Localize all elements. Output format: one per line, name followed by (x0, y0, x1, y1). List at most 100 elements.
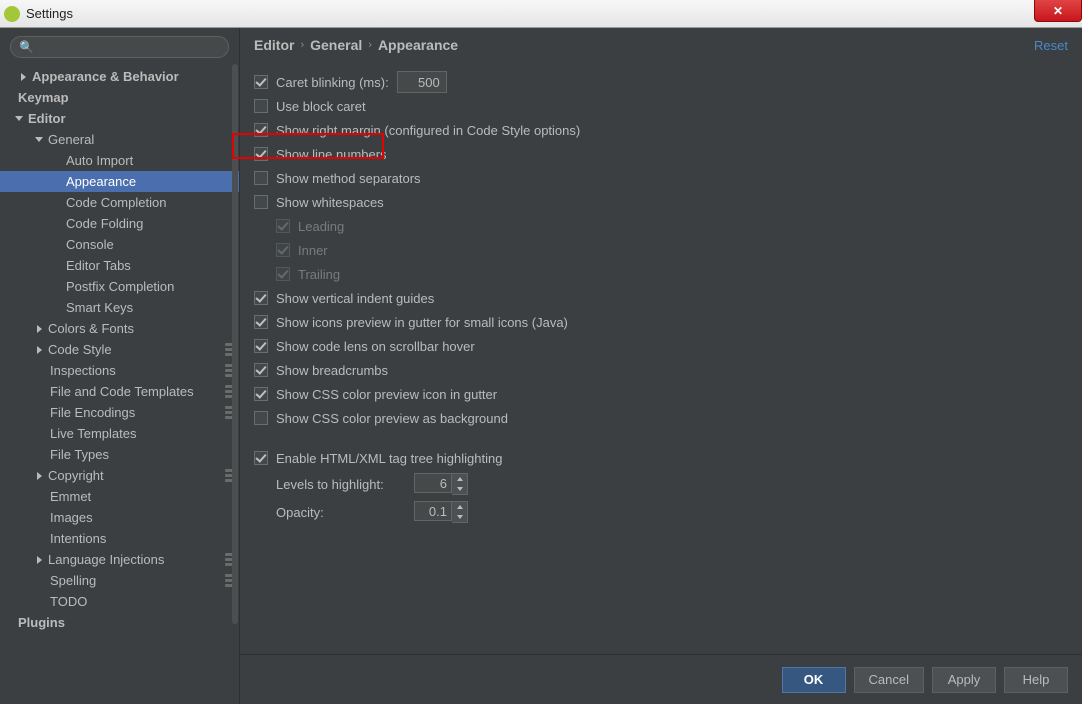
label-use-block-caret: Use block caret (276, 99, 366, 114)
tree-item-file-types[interactable]: File Types (0, 444, 239, 465)
checkbox-show-right-margin[interactable] (254, 123, 268, 137)
tree-item-editor-tabs[interactable]: Editor Tabs (0, 255, 239, 276)
spinner-down-icon[interactable] (452, 512, 467, 522)
reset-link[interactable]: Reset (1034, 38, 1068, 53)
tree-item-file-encodings[interactable]: File Encodings (0, 402, 239, 423)
tree-item-emmet[interactable]: Emmet (0, 486, 239, 507)
checkbox-leading (276, 219, 290, 233)
sidebar-scrollbar[interactable] (232, 64, 238, 624)
tree-item-editor[interactable]: Editor (0, 108, 239, 129)
apply-button[interactable]: Apply (932, 667, 996, 693)
tree-item-code-style[interactable]: Code Style (0, 339, 239, 360)
opt-show-code-lens: Show code lens on scrollbar hover (254, 334, 1068, 358)
checkbox-breadcrumbs[interactable] (254, 363, 268, 377)
tree-item-language-injections[interactable]: Language Injections (0, 549, 239, 570)
input-opacity[interactable] (414, 501, 452, 521)
tree-item-auto-import[interactable]: Auto Import (0, 150, 239, 171)
breadcrumb-sep: › (300, 39, 304, 51)
tree-item-images[interactable]: Images (0, 507, 239, 528)
opt-use-block-caret: Use block caret (254, 94, 1068, 118)
checkbox-caret-blinking[interactable] (254, 75, 268, 89)
tree-item-general[interactable]: General (0, 129, 239, 150)
breadcrumb-item[interactable]: General (310, 37, 362, 53)
tree-item-smart-keys[interactable]: Smart Keys (0, 297, 239, 318)
tree-item-keymap[interactable]: Keymap (0, 87, 239, 108)
tree-item-appearance[interactable]: Appearance (0, 171, 239, 192)
tree-item-code-folding[interactable]: Code Folding (0, 213, 239, 234)
settings-tree: Appearance & Behavior Keymap Editor Gene… (0, 64, 239, 704)
checkbox-show-line-numbers[interactable] (254, 147, 268, 161)
tree-item-spelling[interactable]: Spelling (0, 570, 239, 591)
spinner-down-icon[interactable] (452, 484, 467, 494)
tree-item-colors-fonts[interactable]: Colors & Fonts (0, 318, 239, 339)
ok-button[interactable]: OK (782, 667, 846, 693)
main-panel: Editor › General › Appearance Reset Care… (240, 28, 1082, 704)
search-icon: 🔍 (19, 40, 34, 54)
checkbox-use-block-caret[interactable] (254, 99, 268, 113)
titlebar: Settings ✕ (0, 0, 1082, 28)
app-icon (4, 6, 20, 22)
tree-item-inspections[interactable]: Inspections (0, 360, 239, 381)
tree-item-copyright[interactable]: Copyright (0, 465, 239, 486)
opt-show-vertical-indent: Show vertical indent guides (254, 286, 1068, 310)
input-caret-blinking-ms[interactable] (397, 71, 447, 93)
tree-item-appearance-behavior[interactable]: Appearance & Behavior (0, 66, 239, 87)
breadcrumb-item[interactable]: Appearance (378, 37, 458, 53)
label-show-whitespaces: Show whitespaces (276, 195, 384, 210)
window-close-button[interactable]: ✕ (1034, 0, 1082, 22)
tree-item-code-completion[interactable]: Code Completion (0, 192, 239, 213)
opt-whitespace-inner: Inner (254, 238, 1068, 262)
tree-item-intentions[interactable]: Intentions (0, 528, 239, 549)
tree-item-plugins[interactable]: Plugins (0, 612, 239, 633)
sidebar: 🔍 Appearance & Behavior Keymap Editor Ge… (0, 28, 240, 704)
label-caret-blinking: Caret blinking (ms): (276, 75, 389, 90)
opt-show-css-icon: Show CSS color preview icon in gutter (254, 382, 1068, 406)
spinner-levels[interactable] (414, 473, 468, 495)
checkbox-icons-preview[interactable] (254, 315, 268, 329)
search-input[interactable] (38, 40, 220, 54)
opt-opacity: Opacity: (254, 498, 1068, 526)
checkbox-inner (276, 243, 290, 257)
opt-show-css-bg: Show CSS color preview as background (254, 406, 1068, 430)
opt-caret-blinking: Caret blinking (ms): (254, 70, 1068, 94)
cancel-button[interactable]: Cancel (854, 667, 924, 693)
breadcrumb-bar: Editor › General › Appearance Reset (240, 28, 1082, 62)
checkbox-trailing (276, 267, 290, 281)
checkbox-show-whitespaces[interactable] (254, 195, 268, 209)
label-show-line-numbers: Show line numbers (276, 147, 387, 162)
tree-item-postfix-completion[interactable]: Postfix Completion (0, 276, 239, 297)
spinner-opacity[interactable] (414, 501, 468, 523)
opt-show-line-numbers: Show line numbers (254, 142, 1068, 166)
checkbox-show-method-separators[interactable] (254, 171, 268, 185)
opt-enable-html-xml: Enable HTML/XML tag tree highlighting (254, 446, 1068, 470)
label-enable-html-xml: Enable HTML/XML tag tree highlighting (276, 451, 502, 466)
breadcrumb-item[interactable]: Editor (254, 37, 294, 53)
spinner-up-icon[interactable] (452, 502, 467, 512)
checkbox-css-icon[interactable] (254, 387, 268, 401)
input-levels[interactable] (414, 473, 452, 493)
checkbox-vertical-indent[interactable] (254, 291, 268, 305)
opt-levels-to-highlight: Levels to highlight: (254, 470, 1068, 498)
label-show-method-separators: Show method separators (276, 171, 421, 186)
tree-item-todo[interactable]: TODO (0, 591, 239, 612)
checkbox-css-bg[interactable] (254, 411, 268, 425)
opt-show-icons-preview: Show icons preview in gutter for small i… (254, 310, 1068, 334)
label-css-bg: Show CSS color preview as background (276, 411, 508, 426)
opt-whitespace-trailing: Trailing (254, 262, 1068, 286)
search-input-wrap[interactable]: 🔍 (10, 36, 229, 58)
tree-item-live-templates[interactable]: Live Templates (0, 423, 239, 444)
checkbox-code-lens[interactable] (254, 339, 268, 353)
spinner-up-icon[interactable] (452, 474, 467, 484)
checkbox-enable-html-xml[interactable] (254, 451, 268, 465)
label-leading: Leading (298, 219, 344, 234)
settings-content: Caret blinking (ms): Use block caret Sho… (240, 62, 1082, 654)
opt-show-right-margin: Show right margin (configured in Code St… (254, 118, 1068, 142)
label-opacity: Opacity: (276, 505, 406, 520)
help-button[interactable]: Help (1004, 667, 1068, 693)
tree-item-file-code-templates[interactable]: File and Code Templates (0, 381, 239, 402)
opt-show-breadcrumbs: Show breadcrumbs (254, 358, 1068, 382)
tree-item-console[interactable]: Console (0, 234, 239, 255)
label-breadcrumbs: Show breadcrumbs (276, 363, 388, 378)
label-show-right-margin: Show right margin (configured in Code St… (276, 123, 580, 138)
opt-show-whitespaces: Show whitespaces (254, 190, 1068, 214)
